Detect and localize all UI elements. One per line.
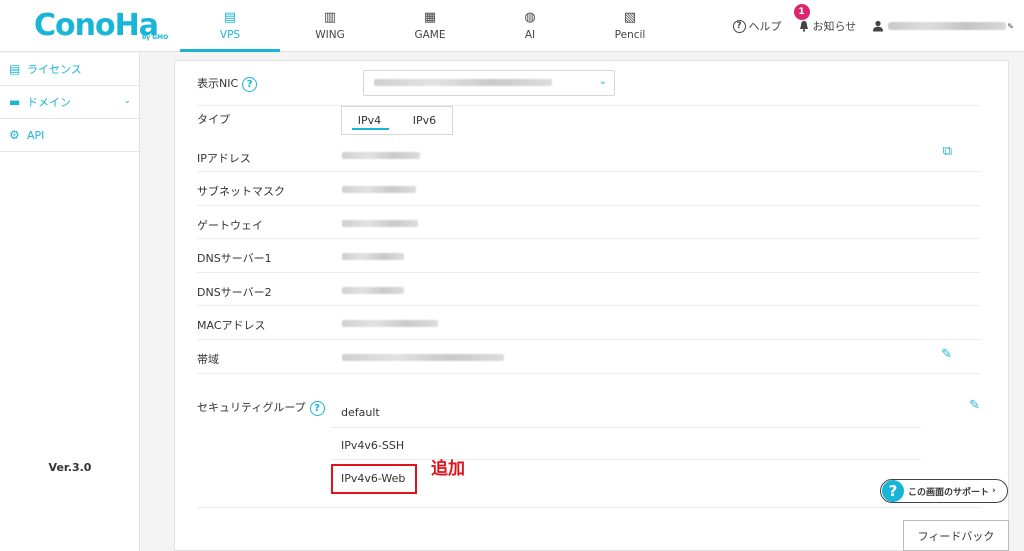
sidebar-item-label: API	[27, 128, 45, 142]
service-nav: ▤ VPS ▥ WING ▦ GAME ◍ AI ▧ Pencil	[180, 0, 680, 52]
tab-wing[interactable]: ▥ WING	[280, 0, 380, 52]
row-ip: IPアドレス ⧉	[197, 139, 980, 172]
copy-icon[interactable]: ⧉	[943, 144, 952, 159]
row-dns1: DNSサーバー1	[197, 239, 980, 273]
ai-icon: ◍	[524, 10, 536, 25]
notice-badge: 1	[793, 4, 810, 20]
sg-divider	[331, 427, 921, 428]
notice-label: お知らせ	[812, 20, 857, 33]
highlight-box	[331, 464, 417, 494]
type-label: タイプ	[197, 113, 230, 126]
bandwidth-value-blurred	[342, 354, 504, 361]
row-type: タイプ	[197, 106, 980, 141]
sidebar-item-domain[interactable]: ▬ ドメイン ⌄	[0, 86, 139, 119]
header-right: ? ヘルプ 1 お知らせ ✎	[717, 0, 1014, 52]
conoha-logo[interactable]: ConoHa by GMO	[34, 8, 168, 44]
help-link[interactable]: ? ヘルプ	[732, 18, 782, 34]
sg-label-wrap: セキュリティグループ?	[197, 399, 325, 416]
network-detail-panel: 表示NIC? ⌄ タイプ IPv4 IPv6 IPアドレス ⧉ サブネットマスク…	[174, 60, 1009, 551]
subnet-label: サブネットマスク	[197, 185, 285, 198]
row-dns2: DNSサーバー2	[197, 273, 980, 306]
tab-label: AI	[524, 29, 536, 41]
notice-link[interactable]: 1 お知らせ	[793, 4, 857, 34]
tab-vps[interactable]: ▤ VPS	[180, 0, 280, 52]
tab-ipv4[interactable]: IPv4	[342, 107, 397, 134]
tab-label: WING	[315, 29, 345, 41]
gateway-value-blurred	[342, 220, 418, 227]
question-icon: ?	[882, 480, 904, 502]
chevron-right-icon: ›	[992, 486, 996, 496]
server-icon: ▤	[223, 10, 237, 25]
annotation-added: 追加	[431, 459, 465, 479]
row-subnet: サブネットマスク	[197, 172, 980, 206]
tab-label: VPS	[219, 29, 241, 41]
nic-label-wrap: 表示NIC?	[197, 75, 258, 92]
chevron-down-icon[interactable]: ⌄	[123, 96, 131, 106]
sidebar-item-api[interactable]: ⚙ API	[0, 119, 139, 152]
pencil-doc-icon: ▧	[623, 10, 637, 25]
tab-game[interactable]: ▦ GAME	[380, 0, 480, 52]
tab-label: GAME	[414, 29, 446, 41]
sidebar-item-label: ライセンス	[27, 63, 82, 76]
ip-value-blurred	[342, 152, 420, 159]
sidebar-item-license[interactable]: ▤ ライセンス	[0, 53, 139, 86]
help-question-icon[interactable]: ?	[309, 400, 325, 416]
sg-label: セキュリティグループ	[197, 401, 306, 414]
gateway-label: ゲートウェイ	[197, 219, 263, 232]
tab-ipv6[interactable]: IPv6	[397, 107, 452, 134]
support-label: この画面のサポート	[908, 487, 990, 498]
tab-pencil[interactable]: ▧ Pencil	[580, 0, 680, 52]
nic-label: 表示NIC	[197, 77, 239, 90]
top-header: ConoHa by GMO ▤ VPS ▥ WING ▦ GAME ◍ AI ▧…	[0, 0, 1024, 52]
bandwidth-label: 帯域	[197, 353, 219, 366]
subnet-value-blurred	[342, 186, 416, 193]
edit-small-icon: ✎	[1007, 21, 1014, 31]
screen-support-button[interactable]: ? この画面のサポート ›	[880, 479, 1008, 503]
ip-label: IPアドレス	[197, 152, 251, 165]
sg-divider	[331, 459, 921, 460]
dns1-label: DNSサーバー1	[197, 252, 272, 265]
logo-text: ConoHa	[34, 8, 159, 43]
dns2-label: DNSサーバー2	[197, 286, 272, 299]
row-mac: MACアドレス	[197, 306, 980, 340]
user-menu[interactable]: ✎	[872, 20, 1014, 32]
sg-item-default: default	[341, 406, 380, 419]
row-nic: 表示NIC? ⌄	[197, 61, 980, 106]
dns2-value-blurred	[342, 287, 404, 294]
ip-type-toggle: IPv4 IPv6	[341, 106, 453, 135]
api-gear-icon: ⚙	[9, 128, 20, 142]
bell-icon	[799, 21, 808, 32]
nic-select[interactable]: ⌄	[363, 70, 615, 96]
feedback-button[interactable]: フィードバック	[903, 520, 1009, 551]
gamepad-icon: ▦	[423, 10, 437, 25]
version-label: Ver.3.0	[48, 461, 92, 474]
sg-item-ssh: IPv4v6-SSH	[341, 439, 405, 452]
mac-label: MACアドレス	[197, 319, 266, 332]
help-icon: ?	[732, 19, 746, 33]
edit-bandwidth-icon[interactable]: ✎	[941, 347, 952, 362]
row-bandwidth: 帯域 ✎	[197, 340, 980, 374]
tab-ai[interactable]: ◍ AI	[480, 0, 580, 52]
mac-value-blurred	[342, 320, 438, 327]
license-icon: ▤	[9, 62, 21, 76]
chevron-down-icon: ⌄	[598, 76, 607, 87]
user-name-blurred	[888, 22, 1007, 30]
help-label: ヘルプ	[748, 20, 782, 33]
row-gateway: ゲートウェイ	[197, 206, 980, 239]
edit-security-group-icon[interactable]: ✎	[969, 398, 980, 413]
sidebar: ▤ ライセンス ▬ ドメイン ⌄ ⚙ API Ver.3.0	[0, 53, 140, 551]
sidebar-item-label: ドメイン	[27, 96, 71, 109]
sg-divider	[197, 507, 980, 508]
user-icon	[873, 20, 884, 32]
help-question-icon[interactable]: ?	[242, 76, 258, 92]
wing-icon: ▥	[323, 10, 337, 25]
tab-label: Pencil	[614, 29, 646, 41]
logo-sub: by GMO	[141, 34, 169, 41]
nic-value-blurred	[374, 79, 552, 86]
domain-icon: ▬	[9, 95, 21, 109]
dns1-value-blurred	[342, 253, 404, 260]
